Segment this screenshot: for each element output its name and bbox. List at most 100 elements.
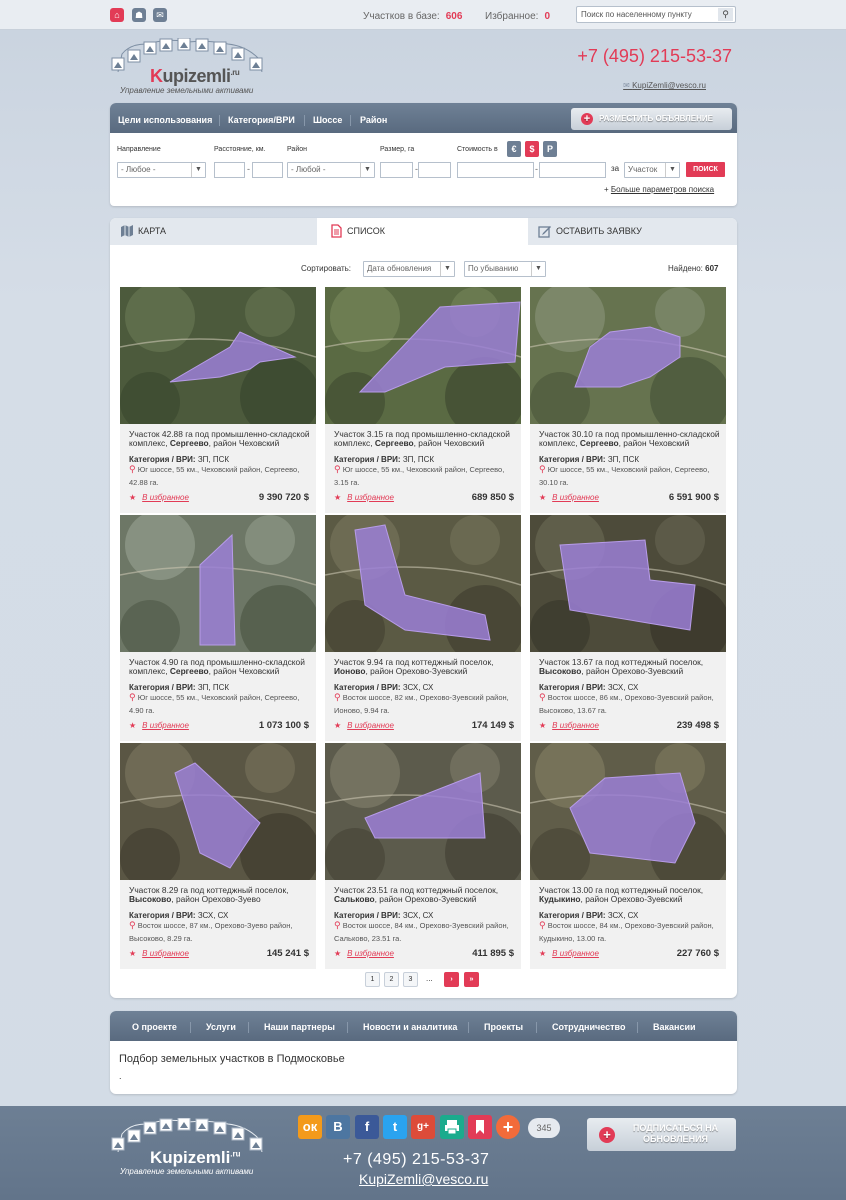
location-pin-icon: ⚲: [539, 920, 546, 930]
satellite-map-image[interactable]: [120, 743, 316, 880]
listing-card[interactable]: Участок 8.29 га под коттеджный поселок, …: [120, 743, 316, 969]
top-bar: ⌂ ☗ ✉ Участков в базе: 606 Избранное: 0 По…: [0, 0, 846, 30]
size-to-input[interactable]: [418, 162, 451, 178]
location-pin-icon: ⚲: [129, 920, 136, 930]
add-to-favorites-link[interactable]: ★ В избранное: [129, 721, 189, 730]
footer-services[interactable]: Услуги: [206, 1022, 236, 1032]
listing-card[interactable]: Участок 30.10 га под промышленно-складск…: [530, 287, 726, 513]
price-to-input[interactable]: [539, 162, 606, 178]
listing-title[interactable]: Участок 30.10 га под промышленно-складск…: [539, 430, 721, 447]
home-icon[interactable]: ⌂: [110, 8, 124, 22]
footer-email[interactable]: KupiZemli@vesco.ru: [359, 1171, 488, 1187]
listing-card[interactable]: Участок 42.88 га под промышленно-складск…: [120, 287, 316, 513]
satellite-map-image[interactable]: [120, 287, 316, 424]
share-more-icon[interactable]: +: [496, 1115, 520, 1139]
listing-title[interactable]: Участок 23.51 га под коттеджный поселок,…: [334, 886, 516, 903]
currency-rub-button[interactable]: Р: [543, 141, 557, 157]
distance-to-input[interactable]: [252, 162, 283, 178]
price-from-input[interactable]: [457, 162, 534, 178]
listing-title[interactable]: Участок 13.67 га под коттеджный поселок,…: [539, 658, 721, 675]
next-page-button[interactable]: ›: [444, 972, 459, 987]
footer-cooperation[interactable]: Сотрудничество: [552, 1022, 625, 1032]
add-to-favorites-link[interactable]: ★ В избранное: [334, 721, 394, 730]
subscribe-button[interactable]: + ПОДПИСАТЬСЯ НА ОБНОВЛЕНИЯ: [587, 1118, 736, 1151]
page-1[interactable]: 1: [365, 972, 380, 987]
range-dash: -: [535, 164, 538, 174]
sort-order-select[interactable]: По убыванию ▼: [464, 261, 546, 277]
listing-card[interactable]: Участок 9.94 га под коттеджный поселок, …: [325, 515, 521, 741]
footer-about[interactable]: О проекте: [132, 1022, 177, 1032]
satellite-map-image[interactable]: [530, 743, 726, 880]
add-to-favorites-link[interactable]: ★ В избранное: [129, 949, 189, 958]
page-2[interactable]: 2: [384, 972, 399, 987]
listing-title[interactable]: Участок 9.94 га под коттеджный поселок, …: [334, 658, 516, 675]
page-ellipsis: ...: [426, 974, 433, 983]
listing-title[interactable]: Участок 3.15 га под промышленно-складско…: [334, 430, 516, 447]
satellite-map-image[interactable]: [325, 743, 521, 880]
satellite-map-image[interactable]: [530, 515, 726, 652]
vk-icon[interactable]: В: [326, 1115, 350, 1139]
footer-logo-tagline: Управление земельными активами: [120, 1167, 254, 1176]
header-phone[interactable]: +7 (495) 215-53-37: [560, 46, 732, 67]
footer-heading: Подбор земельных участков в Подмосковье: [119, 1053, 345, 1065]
facebook-icon[interactable]: f: [355, 1115, 379, 1139]
tab-list[interactable]: СПИСОК: [319, 218, 526, 245]
listing-card[interactable]: Участок 13.67 га под коттеджный поселок,…: [530, 515, 726, 741]
listing-card[interactable]: Участок 13.00 га под коттеджный поселок,…: [530, 743, 726, 969]
odnoklassniki-icon[interactable]: ок: [298, 1115, 322, 1139]
print-icon[interactable]: [440, 1115, 464, 1139]
listing-card[interactable]: Участок 23.51 га под коттеджный поселок,…: [325, 743, 521, 969]
google-plus-icon[interactable]: g+: [411, 1115, 435, 1139]
search-button[interactable]: ПОИСК: [686, 162, 725, 177]
twitter-icon[interactable]: t: [383, 1115, 407, 1139]
direction-select[interactable]: - Любое - ▼: [117, 162, 206, 178]
size-from-input[interactable]: [380, 162, 413, 178]
footer-projects[interactable]: Проекты: [484, 1022, 523, 1032]
price-per-select[interactable]: Участок ▼: [624, 162, 680, 178]
footer-vacancies[interactable]: Вакансии: [653, 1022, 696, 1032]
footer-logo[interactable]: Kupizemli.ru Управление земельными актив…: [110, 1118, 265, 1178]
listing-title[interactable]: Участок 4.90 га под промышленно-складско…: [129, 658, 311, 675]
currency-eur-button[interactable]: €: [507, 141, 521, 157]
footer-partners[interactable]: Наши партнеры: [264, 1022, 335, 1032]
satellite-map-image[interactable]: [530, 287, 726, 424]
favorites-count[interactable]: Избранное: 0: [485, 11, 550, 22]
tab-request[interactable]: ОСТАВИТЬ ЗАЯВКУ: [528, 218, 737, 245]
listing-title[interactable]: Участок 8.29 га под коттеджный поселок, …: [129, 886, 311, 903]
add-to-favorites-link[interactable]: ★ В избранное: [539, 949, 599, 958]
post-ad-button[interactable]: + РАЗМЕСТИТЬ ОБЪЯВЛЕНИЕ: [571, 108, 732, 130]
settlement-search-input[interactable]: Поиск по населенному пункту ⚲: [576, 6, 736, 23]
header-email[interactable]: ✉ KupiZemli@vesco.ru: [560, 81, 706, 90]
sitemap-icon[interactable]: ☗: [132, 8, 146, 22]
satellite-map-image[interactable]: [325, 515, 521, 652]
page-3[interactable]: 3: [403, 972, 418, 987]
add-to-favorites-link[interactable]: ★ В избранное: [539, 721, 599, 730]
nav-usage-purpose[interactable]: Цели использования: [118, 115, 212, 125]
nav-category[interactable]: Категория/ВРИ: [228, 115, 295, 125]
listing-card[interactable]: Участок 3.15 га под промышленно-складско…: [325, 287, 521, 513]
nav-district[interactable]: Район: [360, 115, 387, 125]
footer-news[interactable]: Новости и аналитика: [363, 1022, 457, 1032]
logo[interactable]: Kupizemli.ru Управление земельными актив…: [110, 38, 265, 98]
sort-field-select[interactable]: Дата обновления ▼: [363, 261, 455, 277]
last-page-button[interactable]: »: [464, 972, 479, 987]
listing-title[interactable]: Участок 42.88 га под промышленно-складск…: [129, 430, 311, 447]
currency-usd-button[interactable]: $: [525, 141, 539, 157]
satellite-map-image[interactable]: [325, 287, 521, 424]
listing-card[interactable]: Участок 4.90 га под промышленно-складско…: [120, 515, 316, 741]
footer-phone[interactable]: +7 (495) 215-53-37: [343, 1151, 489, 1169]
distance-from-input[interactable]: [214, 162, 245, 178]
tab-map[interactable]: КАРТА: [110, 218, 317, 245]
add-to-favorites-link[interactable]: ★ В избранное: [334, 493, 394, 502]
district-select[interactable]: - Любой - ▼: [287, 162, 375, 178]
satellite-map-image[interactable]: [120, 515, 316, 652]
listing-title[interactable]: Участок 13.00 га под коттеджный поселок,…: [539, 886, 721, 903]
add-to-favorites-link[interactable]: ★ В избранное: [129, 493, 189, 502]
bookmark-icon[interactable]: [468, 1115, 492, 1139]
nav-highway[interactable]: Шоссе: [313, 115, 342, 125]
search-icon[interactable]: ⚲: [718, 8, 733, 21]
add-to-favorites-link[interactable]: ★ В избранное: [539, 493, 599, 502]
mail-icon[interactable]: ✉: [153, 8, 167, 22]
add-to-favorites-link[interactable]: ★ В избранное: [334, 949, 394, 958]
more-params-link[interactable]: + Больше параметров поиска: [604, 185, 714, 194]
